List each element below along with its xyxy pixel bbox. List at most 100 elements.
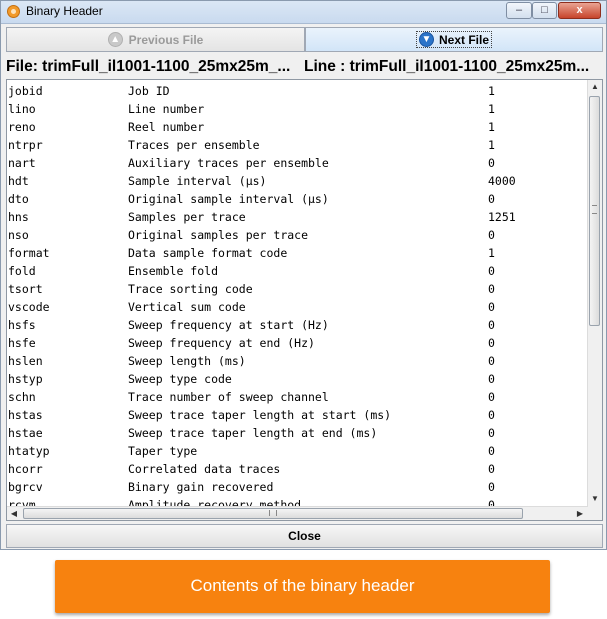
header-row[interactable]: bgrcv Binary gain recovered 0 <box>7 479 591 497</box>
app-icon <box>7 5 20 18</box>
header-row[interactable]: tsort Trace sorting code 0 <box>7 281 591 299</box>
field-value: 4000 <box>488 174 516 188</box>
line-name-label: Line : trimFull_il1001-1100_25mx25m... <box>304 58 590 75</box>
field-key: schn <box>8 390 36 404</box>
scroll-up-icon[interactable]: ▲ <box>588 80 602 94</box>
close-window-button[interactable]: x <box>558 2 601 19</box>
header-row[interactable]: ntrpr Traces per ensemble 1 <box>7 137 591 155</box>
field-key: htatyp <box>8 444 50 458</box>
header-fields-list[interactable]: jobid Job ID 1 lino Line number 1 reno Reel num… <box>6 79 603 521</box>
file-info-bar: File: trimFull_il1001-1100_25mx25m_... L… <box>1 55 606 79</box>
field-key: bgrcv <box>8 480 43 494</box>
header-row[interactable]: hdt Sample interval (µs) 4000 <box>7 173 591 191</box>
field-value: 0 <box>488 264 495 278</box>
next-file-label: Next File <box>438 32 489 47</box>
field-description: Sweep trace taper length at start (ms) <box>128 408 392 422</box>
header-row[interactable]: hstas Sweep trace taper length at start (… <box>7 407 591 425</box>
field-description: Sweep frequency at start (Hz) <box>128 318 329 332</box>
header-row[interactable]: schn Trace number of sweep channel 0 <box>7 389 591 407</box>
field-key: nso <box>8 228 29 242</box>
field-description: Taper type <box>128 444 198 458</box>
field-key: hslen <box>8 354 43 368</box>
horizontal-scroll-thumb[interactable] <box>23 508 523 519</box>
title-bar[interactable]: Binary Header – □ x <box>1 1 606 24</box>
field-description: Sweep type code <box>128 372 232 386</box>
field-key: lino <box>8 102 36 116</box>
header-row[interactable]: hstae Sweep trace taper length at end (ms… <box>7 425 591 443</box>
field-value: 0 <box>488 462 495 476</box>
field-description: Job ID <box>128 84 170 98</box>
field-description: Trace sorting code <box>128 282 253 296</box>
field-value: 0 <box>488 498 495 506</box>
field-description: Samples per trace <box>128 210 246 224</box>
header-row[interactable]: format Data sample format code 1 <box>7 245 591 263</box>
maximize-button[interactable]: □ <box>532 2 557 19</box>
field-key: tsort <box>8 282 43 296</box>
previous-file-button[interactable]: ▲ Previous File <box>6 27 305 52</box>
header-row[interactable]: jobid Job ID 1 <box>7 83 591 101</box>
field-description: Ensemble fold <box>128 264 219 278</box>
field-value: 0 <box>488 408 495 422</box>
field-value: 0 <box>488 300 495 314</box>
field-key: hcorr <box>8 462 43 476</box>
field-key: hstae <box>8 426 43 440</box>
header-row[interactable]: nart Auxiliary traces per ensemble 0 <box>7 155 591 173</box>
header-rows: jobid Job ID 1 lino Line number 1 reno Reel num… <box>7 83 591 506</box>
field-key: hstyp <box>8 372 43 386</box>
grip-icon <box>269 510 277 516</box>
next-file-focus: ▼ Next File <box>415 31 492 48</box>
field-key: hdt <box>8 174 29 188</box>
field-description: Line number <box>128 102 205 116</box>
field-key: hns <box>8 210 29 224</box>
next-file-button[interactable]: ▼ Next File <box>305 27 603 52</box>
vertical-scrollbar[interactable]: ▲ ▼ <box>587 80 602 506</box>
header-row[interactable]: lino Line number 1 <box>7 101 591 119</box>
header-row[interactable]: hslen Sweep length (ms) 0 <box>7 353 591 371</box>
header-row[interactable]: dto Original sample interval (µs) 0 <box>7 191 591 209</box>
header-row[interactable]: hstyp Sweep type code 0 <box>7 371 591 389</box>
field-value: 1 <box>488 246 495 260</box>
field-value: 0 <box>488 444 495 458</box>
field-key: hsfe <box>8 336 36 350</box>
field-description: Correlated data traces <box>128 462 281 476</box>
horizontal-scrollbar[interactable]: ◀ ▶ <box>7 506 589 520</box>
field-key: rcvm <box>8 498 36 506</box>
field-key: hsfs <box>8 318 36 332</box>
close-button[interactable]: Close <box>6 524 603 548</box>
header-row[interactable]: vscode Vertical sum code 0 <box>7 299 591 317</box>
arrow-down-icon: ▼ <box>418 32 434 47</box>
scroll-corner <box>588 506 602 520</box>
header-row[interactable]: htatyp Taper type 0 <box>7 443 591 461</box>
field-key: dto <box>8 192 29 206</box>
header-row[interactable]: rcvm Amplitude recovery method 0 <box>7 497 591 506</box>
file-name-label: File: trimFull_il1001-1100_25mx25m_... <box>6 58 291 75</box>
minimize-button[interactable]: – <box>506 2 532 19</box>
field-value: 0 <box>488 192 495 206</box>
arrow-up-icon: ▲ <box>107 32 123 47</box>
field-key: format <box>8 246 50 260</box>
field-key: reno <box>8 120 36 134</box>
scroll-right-icon[interactable]: ▶ <box>573 507 587 520</box>
field-description: Sweep frequency at end (Hz) <box>128 336 315 350</box>
header-row[interactable]: hns Samples per trace 1251 <box>7 209 591 227</box>
header-row[interactable]: hsfs Sweep frequency at start (Hz) 0 <box>7 317 591 335</box>
field-value: 0 <box>488 426 495 440</box>
field-value: 0 <box>488 390 495 404</box>
field-description: Traces per ensemble <box>128 138 260 152</box>
field-description: Sweep length (ms) <box>128 354 246 368</box>
field-value: 0 <box>488 480 495 494</box>
header-row[interactable]: fold Ensemble fold 0 <box>7 263 591 281</box>
field-key: fold <box>8 264 36 278</box>
header-row[interactable]: hcorr Correlated data traces 0 <box>7 461 591 479</box>
field-description: Vertical sum code <box>128 300 246 314</box>
scroll-left-icon[interactable]: ◀ <box>7 507 21 520</box>
vertical-scroll-thumb[interactable] <box>589 96 600 326</box>
header-row[interactable]: nso Original samples per trace 0 <box>7 227 591 245</box>
field-value: 0 <box>488 318 495 332</box>
header-row[interactable]: reno Reel number 1 <box>7 119 591 137</box>
header-row[interactable]: hsfe Sweep frequency at end (Hz) 0 <box>7 335 591 353</box>
scroll-down-icon[interactable]: ▼ <box>588 492 602 506</box>
field-description: Trace number of sweep channel <box>128 390 329 404</box>
field-key: jobid <box>8 84 43 98</box>
field-description: Sweep trace taper length at end (ms) <box>128 426 378 440</box>
